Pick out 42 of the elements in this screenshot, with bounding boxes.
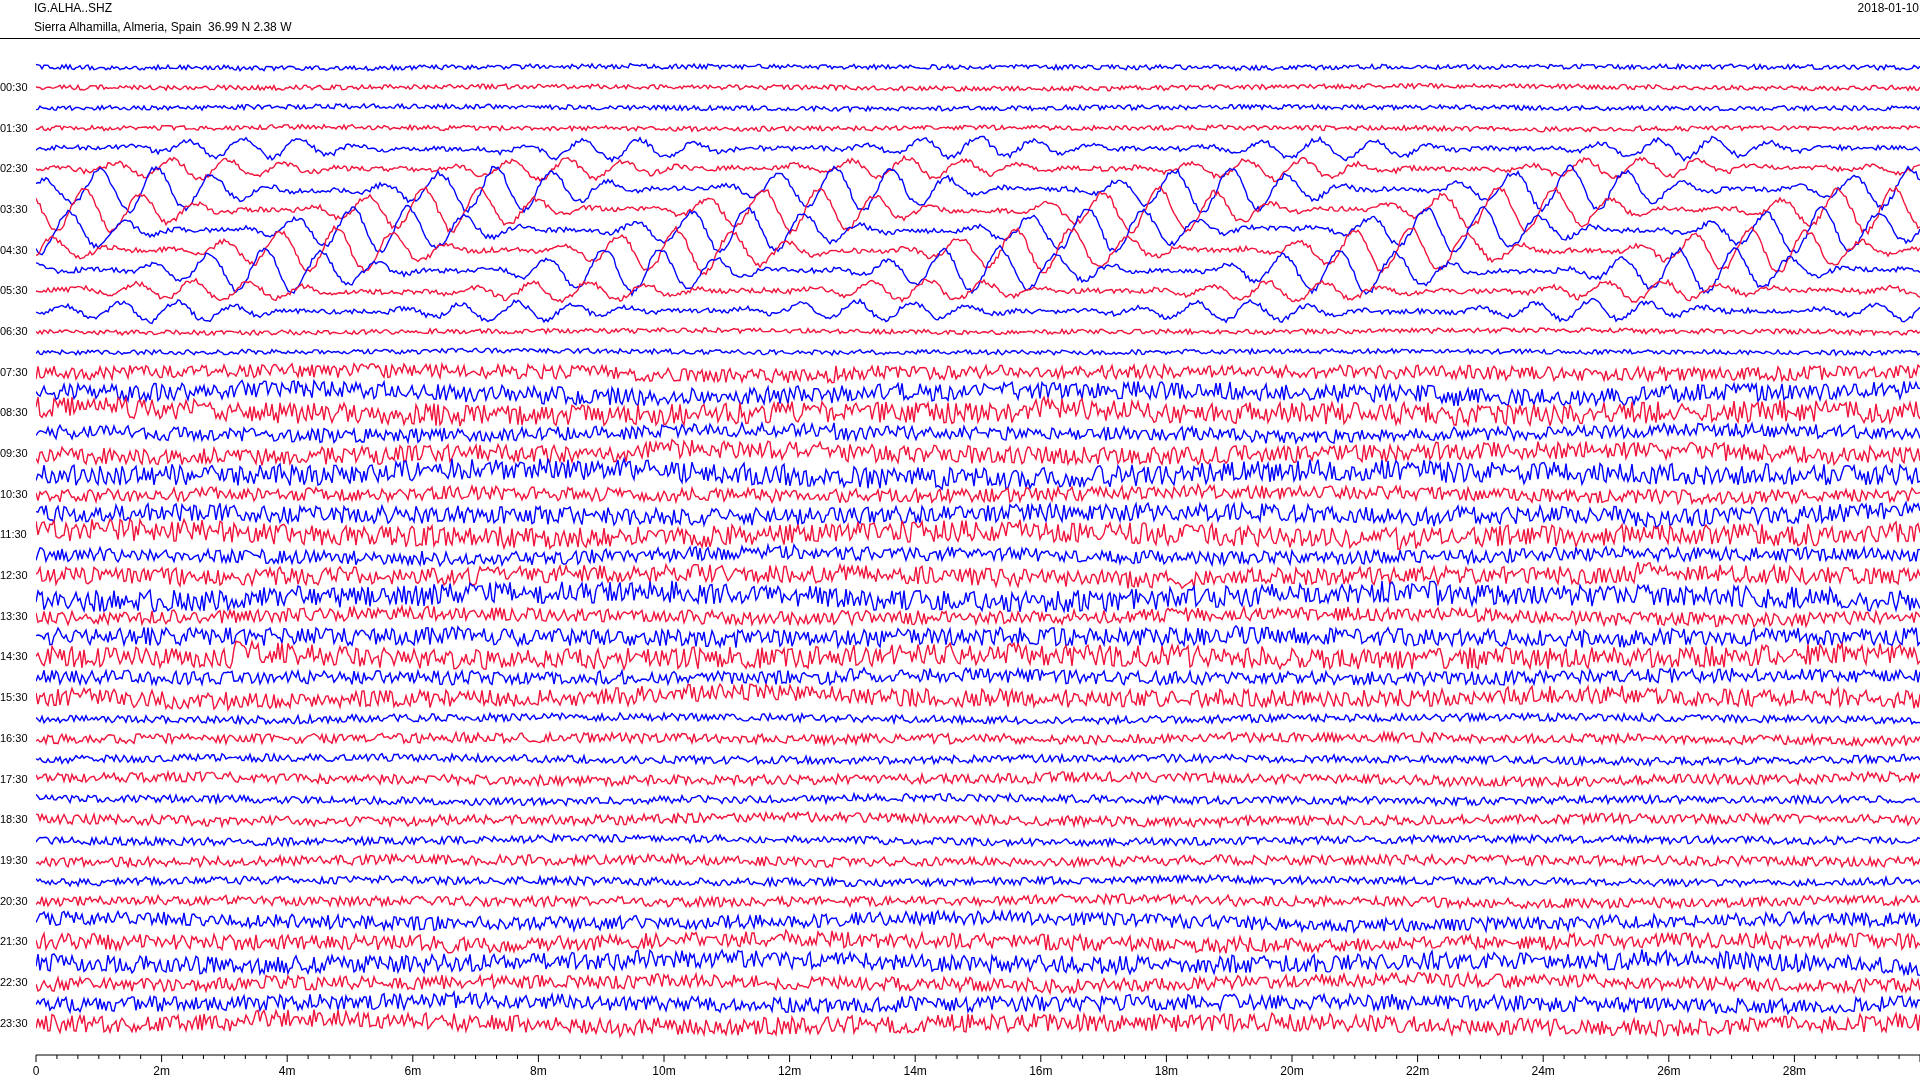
hour-label: 07:30	[0, 365, 28, 379]
axis-tick-label: 22m	[1405, 1064, 1430, 1078]
hour-label: 10:30	[0, 487, 28, 501]
hour-label: 22:30	[0, 975, 28, 989]
station-location: Sierra Alhamilla, Almeria, Spain 36.99 N 2.38 W	[34, 20, 292, 35]
axis-tick-label: 26m	[1657, 1064, 1681, 1078]
hour-label: 04:30	[0, 243, 28, 257]
hour-label: 03:30	[0, 202, 28, 216]
date-label: 2018-01-10	[1857, 0, 1919, 17]
hour-label: 08:30	[0, 406, 28, 420]
hour-label: 18:30	[0, 813, 28, 827]
axis-tick-label: 10m	[652, 1064, 676, 1078]
axis-tick-label: 2m	[153, 1064, 170, 1078]
hour-label: 15:30	[0, 691, 28, 705]
axis-tick-label: 28m	[1782, 1064, 1807, 1078]
axis-tick-label: 0	[32, 1064, 40, 1078]
hour-label: 17:30	[0, 772, 28, 786]
hour-label: 00:30	[0, 80, 28, 94]
hour-label: 13:30	[0, 609, 28, 623]
axis-tick-label: 20m	[1280, 1064, 1304, 1078]
hour-label: 11:30	[0, 528, 27, 542]
hour-label: 19:30	[0, 853, 28, 867]
axis-tick-label: 18m	[1154, 1064, 1179, 1078]
axis-tick-label: 12m	[777, 1064, 802, 1078]
hour-label: 21:30	[0, 935, 28, 949]
hour-label: 01:30	[0, 121, 28, 135]
axis-tick-label: 16m	[1029, 1064, 1053, 1078]
axis-tick-label: 4m	[278, 1064, 296, 1078]
hour-label: 09:30	[0, 447, 28, 461]
axis-tick-label: 8m	[530, 1064, 547, 1078]
hour-label: 02:30	[0, 162, 28, 176]
hour-label: 05:30	[0, 284, 28, 298]
hour-label: 23:30	[0, 1016, 28, 1030]
station-code: IG.ALHA..SHZ	[34, 1, 114, 16]
hour-label: 06:30	[0, 324, 28, 338]
axis-tick-label: 14m	[903, 1064, 927, 1078]
hour-label: 16:30	[0, 731, 28, 745]
hour-label: 12:30	[0, 569, 28, 583]
hour-label: 20:30	[0, 894, 28, 908]
hour-label: 14:30	[0, 650, 28, 664]
axis-tick-label: 24m	[1531, 1064, 1555, 1078]
axis-tick-label: 6m	[404, 1064, 422, 1078]
